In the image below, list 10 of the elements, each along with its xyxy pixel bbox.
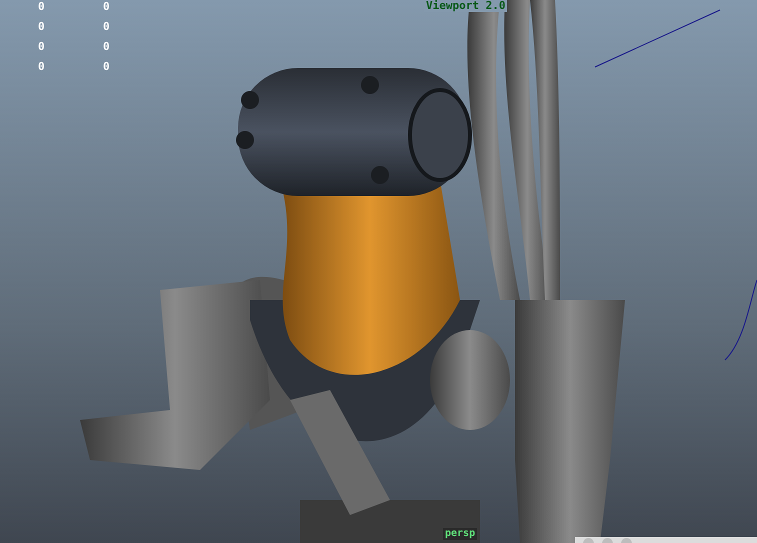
- hud-stat-value: 0: [103, 20, 111, 33]
- hud-stat-value: 0: [38, 20, 46, 33]
- hud-stat-value: 0: [38, 40, 46, 53]
- hud-stat-value: 0: [103, 0, 111, 13]
- hud-stat-value: 0: [103, 60, 111, 73]
- hud-stat-value: 0: [38, 0, 46, 13]
- renderer-label: Viewport 2.0: [424, 0, 508, 12]
- hud-stat-value: 0: [38, 60, 46, 73]
- camera-label: persp: [443, 528, 478, 540]
- hud-stat-value: 0: [103, 40, 111, 53]
